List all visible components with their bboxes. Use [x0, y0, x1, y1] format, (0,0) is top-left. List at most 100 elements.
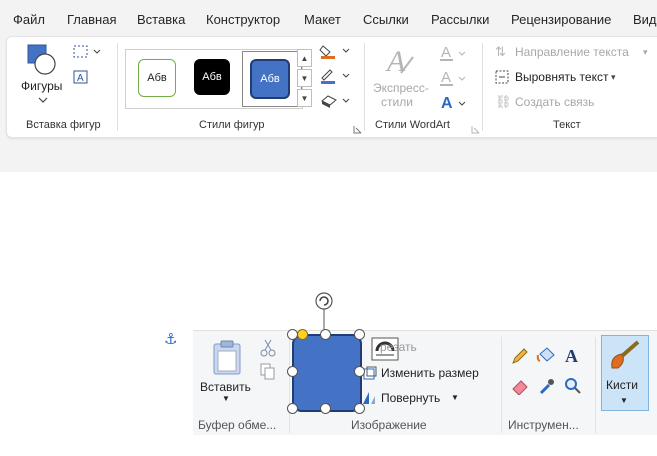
more-icon: ▼: [300, 93, 309, 103]
text-box-icon: A: [73, 70, 88, 84]
tab-design[interactable]: Конструктор: [206, 12, 280, 27]
text-fill-button[interactable]: A: [439, 43, 469, 63]
wordart-launcher-icon[interactable]: [471, 121, 480, 134]
text-direction-button[interactable]: ⇅ Направление текста ▾: [495, 44, 655, 60]
svg-text:A: A: [441, 95, 453, 112]
chevron-down-icon: ▼: [451, 393, 459, 402]
style-swatch-outline[interactable]: Абв: [138, 59, 176, 97]
chevron-down-icon: ▾: [643, 47, 648, 57]
edit-shape-icon: [73, 45, 101, 58]
tab-home[interactable]: Главная: [67, 12, 116, 27]
rotate-icon: [363, 392, 375, 404]
tab-layout[interactable]: Макет: [304, 12, 341, 27]
selected-shape[interactable]: [292, 334, 362, 412]
shape-outline-button[interactable]: [319, 68, 353, 84]
tab-file[interactable]: Файл: [13, 12, 45, 27]
tab-mailings[interactable]: Рассылки: [431, 12, 489, 27]
scissors-icon: [260, 339, 276, 357]
chevron-down-icon: ▼: [620, 396, 628, 405]
text-effects-icon: A: [441, 95, 466, 112]
align-text-button[interactable]: Выровнять текст ▾: [495, 69, 655, 85]
resize-handle-bottom-left[interactable]: [287, 403, 298, 414]
shapes-label: Фигуры: [21, 79, 63, 93]
align-text-icon: [495, 70, 509, 84]
resize-handle-right[interactable]: [354, 366, 365, 377]
chevron-down-icon: ▾: [611, 72, 616, 82]
express-styles-label-1: Экспресс-: [373, 81, 429, 95]
resize-handle-top-left[interactable]: [287, 329, 298, 340]
brushes-button[interactable]: Кисти ▼: [601, 335, 649, 411]
style-swatch-blue[interactable]: Абв: [250, 59, 290, 99]
resize-label: Изменить размер: [381, 366, 479, 380]
tab-review[interactable]: Рецензирование: [511, 12, 611, 27]
insert-shapes-group-label: Вставка фигур: [26, 119, 101, 131]
tab-view[interactable]: Вид: [633, 12, 657, 27]
shape-styles-group-label: Стили фигур: [199, 119, 265, 131]
text-group-label: Текст: [553, 119, 581, 131]
ribbon-panel: Фигуры A Вставка фигур Абв Абв Абв ▲ ▼ ▼: [6, 36, 657, 138]
tools-group-label: Инструмен...: [508, 418, 579, 432]
resize-handle-top-right[interactable]: [354, 329, 365, 340]
effects-icon: [321, 95, 350, 108]
resize-handle-bottom[interactable]: [320, 403, 331, 414]
color-picker-icon: [539, 379, 554, 395]
divider: [289, 337, 290, 433]
tab-references[interactable]: Ссылки: [363, 12, 409, 27]
text-box-button[interactable]: A: [72, 69, 90, 85]
express-styles-label-2: стили: [381, 95, 413, 109]
divider: [595, 337, 596, 433]
style-swatch-black[interactable]: Абв: [194, 59, 230, 95]
fill-icon: [536, 347, 555, 362]
divider: [364, 43, 365, 131]
text-effects-button[interactable]: A: [439, 93, 469, 113]
clipboard-group-label: Буфер обме...: [198, 418, 277, 432]
divider: [482, 43, 483, 131]
shapes-icon: [27, 44, 56, 103]
shape-styles-gallery[interactable]: Абв Абв Абв: [125, 49, 303, 109]
copy-icon: [260, 363, 275, 380]
gallery-scroll-down[interactable]: ▼: [297, 69, 312, 87]
text-direction-label: Направление текста: [515, 45, 629, 59]
brushes-label: Кисти: [606, 378, 638, 392]
wordart-a-icon: A: [385, 45, 414, 78]
resize-handle-top[interactable]: [320, 329, 331, 340]
magnifier-icon: [565, 378, 581, 394]
ribbon: Файл Главная Вставка Конструктор Макет С…: [0, 0, 657, 172]
divider: [501, 337, 502, 433]
shape-fill-button[interactable]: [319, 43, 353, 59]
image-group-label: Изображение: [351, 418, 427, 432]
resize-handle-left[interactable]: [287, 366, 298, 377]
chevron-down-icon: ▼: [222, 394, 230, 403]
align-text-label: Выровнять текст: [515, 70, 609, 84]
chevron-up-icon: ▲: [300, 53, 309, 63]
paint-ribbon-image: Вставить ▼ Буфер обме... резать Изменить…: [193, 330, 657, 435]
tab-insert[interactable]: Вставка: [137, 12, 185, 27]
express-styles-button[interactable]: A Экспресс- стили: [371, 43, 431, 109]
wordart-group-label: Стили WordArt: [375, 119, 450, 131]
gallery-scroll-up[interactable]: ▲: [297, 49, 312, 67]
svg-text:A: A: [565, 346, 578, 365]
pen-icon: [321, 69, 350, 84]
shapes-button[interactable]: Фигуры: [19, 43, 67, 109]
create-link-label: Создать связь: [515, 95, 595, 109]
text-outline-icon: A: [440, 69, 466, 86]
svg-text:A: A: [441, 69, 451, 86]
text-tool-icon: A: [565, 346, 578, 365]
brush-icon: [611, 340, 640, 369]
shape-styles-launcher-icon[interactable]: [353, 121, 362, 134]
adjust-handle[interactable]: [297, 329, 308, 340]
text-outline-button[interactable]: A: [439, 68, 469, 88]
paint-bucket-icon: [319, 45, 350, 59]
edit-shape-button[interactable]: [72, 44, 102, 60]
clipboard-icon: [213, 340, 241, 375]
shape-effects-button[interactable]: [319, 93, 353, 109]
paste-label: Вставить: [200, 380, 251, 394]
create-link-button[interactable]: ⛓ Создать связь: [495, 94, 655, 110]
svg-text:A: A: [77, 73, 84, 84]
gallery-more[interactable]: ▼: [297, 89, 312, 107]
text-fill-icon: A: [440, 44, 466, 61]
eraser-icon: [512, 380, 528, 395]
resize-icon: [363, 366, 377, 380]
resize-handle-bottom-right[interactable]: [354, 403, 365, 414]
text-direction-icon: ⇅: [495, 44, 506, 59]
